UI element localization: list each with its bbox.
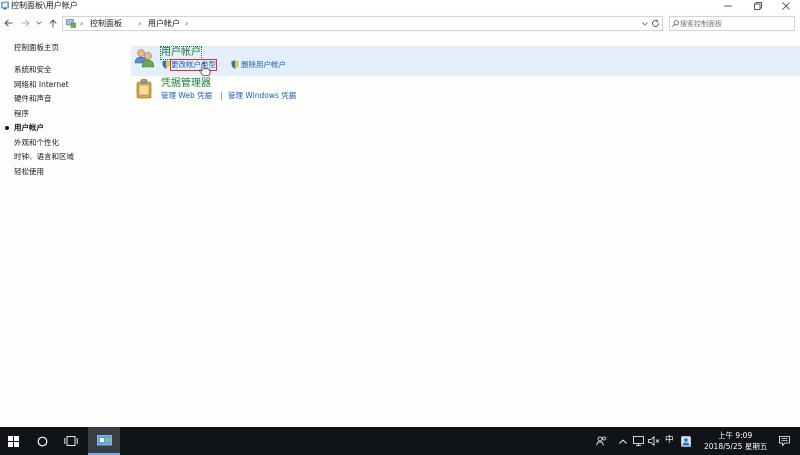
uac-shield-icon xyxy=(231,60,239,69)
cortana-button[interactable] xyxy=(30,427,54,455)
control-panel-window: 控制面板\用户帐户 › 控制面板 › 用户帐户 › 搜索控制面板 控制面板主页 … xyxy=(0,0,800,427)
title-bar: 控制面板\用户帐户 xyxy=(0,0,800,12)
control-panel-icon xyxy=(1,1,9,10)
restore-icon xyxy=(754,2,762,10)
refresh-icon[interactable] xyxy=(651,19,660,28)
sidebar-item-programs[interactable]: 程序 xyxy=(14,109,29,119)
breadcrumb-separator-icon[interactable]: › xyxy=(185,19,188,29)
people-icon xyxy=(595,436,606,446)
breadcrumb-separator-icon[interactable]: › xyxy=(138,19,141,29)
chevron-down-icon xyxy=(36,21,42,25)
uac-shield-icon xyxy=(162,60,170,69)
credential-manager-title[interactable]: 凭据管理器 xyxy=(161,78,211,90)
clock-time[interactable]: 上午 9:09 xyxy=(718,431,752,440)
action-center-button[interactable] xyxy=(776,427,792,455)
people-button[interactable] xyxy=(594,427,608,455)
user-accounts-icon[interactable] xyxy=(134,48,156,68)
up-button[interactable] xyxy=(48,18,58,28)
sidebar-item-user-accounts: 用户帐户 xyxy=(14,123,44,132)
control-panel-icon xyxy=(96,434,112,445)
sidebar-item-hardware-sound[interactable]: 硬件和声音 xyxy=(14,94,52,104)
sidebar-item-appearance[interactable]: 外观和个性化 xyxy=(14,138,59,148)
network-monitor-icon xyxy=(632,436,644,446)
up-arrow-icon xyxy=(49,18,57,27)
breadcrumb-control-panel[interactable]: 控制面板 xyxy=(90,19,122,29)
manage-web-credentials-link[interactable]: 管理 Web 凭据 xyxy=(161,91,212,101)
back-arrow-icon xyxy=(3,19,12,27)
forward-arrow-icon xyxy=(21,19,30,27)
start-button[interactable] xyxy=(0,427,26,455)
control-panel-icon xyxy=(66,19,76,28)
ime-toolbar-button[interactable] xyxy=(680,427,692,455)
ime-indicator[interactable]: 中 xyxy=(665,436,674,445)
show-hidden-icons-button[interactable] xyxy=(618,427,628,455)
windows-logo-icon xyxy=(7,435,19,447)
clock-date[interactable]: 2018/5/25 星期五 xyxy=(704,442,767,451)
speaker-muted-icon xyxy=(648,436,660,446)
link-divider xyxy=(221,92,222,100)
sidebar-item-clock-language-region[interactable]: 时钟、语言和区域 xyxy=(14,152,74,162)
sidebar-item-network-internet[interactable]: 网络和 Internet xyxy=(14,80,69,90)
sidebar-item-ease-of-access[interactable]: 轻松使用 xyxy=(14,167,44,177)
breadcrumb-user-accounts[interactable]: 用户帐户 xyxy=(148,19,180,29)
volume-button[interactable] xyxy=(648,427,660,455)
selected-bullet-icon xyxy=(5,126,9,130)
minimize-button[interactable] xyxy=(714,0,742,12)
cortana-circle-icon xyxy=(37,436,47,446)
forward-button[interactable] xyxy=(20,18,30,28)
user-accounts-title[interactable]: 用户帐户 xyxy=(160,46,202,60)
search-icon xyxy=(672,20,679,27)
hand-cursor-icon xyxy=(199,63,211,76)
search-box[interactable] xyxy=(669,16,795,31)
credential-manager-icon[interactable] xyxy=(136,79,152,99)
back-button[interactable] xyxy=(3,18,13,28)
navigation-bar: › 控制面板 › 用户帐户 › xyxy=(0,14,800,32)
chevron-down-icon[interactable] xyxy=(642,22,648,26)
search-input[interactable] xyxy=(680,18,788,29)
network-button[interactable] xyxy=(632,427,644,455)
manage-windows-credentials-link[interactable]: 管理 Windows 凭据 xyxy=(228,91,296,101)
address-bar[interactable]: › 控制面板 › 用户帐户 › xyxy=(62,16,663,31)
close-button[interactable] xyxy=(772,0,800,12)
sidebar-item-control-panel-home[interactable]: 控制面板主页 xyxy=(14,43,59,53)
close-icon xyxy=(782,2,790,10)
restore-button[interactable] xyxy=(744,0,772,12)
remove-user-accounts-link[interactable]: 删除用户帐户 xyxy=(241,60,286,70)
minimize-icon xyxy=(724,5,732,7)
window-title: 控制面板\用户帐户 xyxy=(11,1,78,10)
task-view-button[interactable] xyxy=(58,427,84,455)
notification-icon xyxy=(778,436,790,446)
breadcrumb-separator-icon: › xyxy=(80,19,84,28)
sidebar-item-system-security[interactable]: 系统和安全 xyxy=(14,65,52,75)
taskbar: 中 上午 9:09 2018/5/25 星期五 xyxy=(0,427,800,455)
chevron-up-icon xyxy=(619,438,627,444)
recent-locations-button[interactable] xyxy=(35,18,43,28)
ime-pad-icon xyxy=(681,435,691,447)
task-view-icon xyxy=(64,436,78,446)
taskbar-control-panel-button[interactable] xyxy=(88,427,120,455)
